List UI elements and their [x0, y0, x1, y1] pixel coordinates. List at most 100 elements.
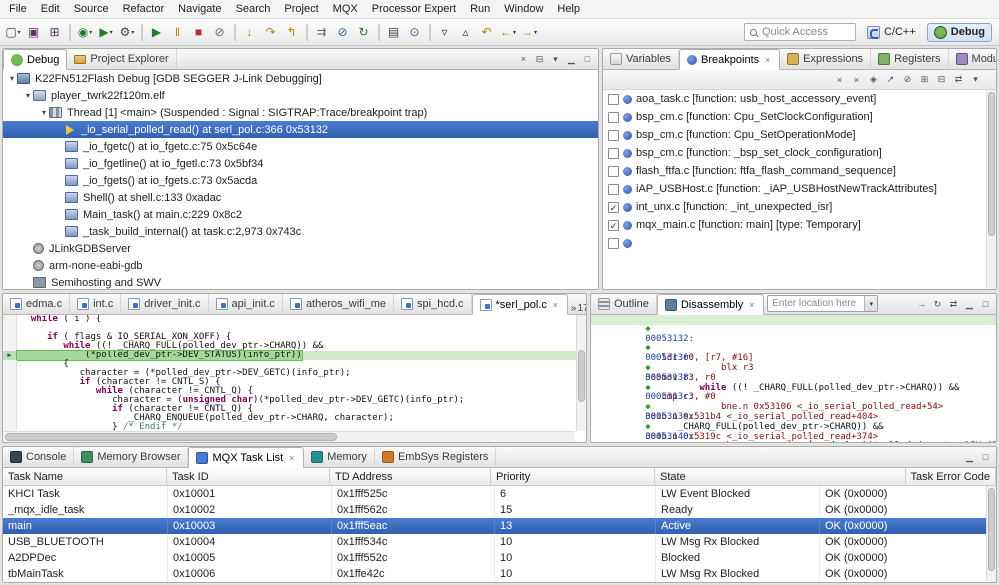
- minimize-icon[interactable]: ▁: [963, 297, 976, 312]
- gutter-marker[interactable]: [3, 387, 17, 396]
- breakpoint-checkbox[interactable]: [608, 184, 619, 195]
- source-editor[interactable]: while ( i ) { if ( flags & IO_SERIAL_XON…: [3, 315, 586, 432]
- debug-tree-item[interactable]: _io_fgetc() at io_fgetc.c:75 0x5c64e: [3, 138, 598, 155]
- debug-tree-item[interactable]: Semihosting and SWV: [3, 274, 598, 290]
- horizontal-scrollbar[interactable]: [3, 431, 575, 442]
- tab-spi-hcd-c[interactable]: spi_hcd.c: [394, 293, 471, 314]
- expander-icon[interactable]: ▾: [23, 91, 33, 100]
- resume-icon[interactable]: ▶: [147, 21, 167, 43]
- tab-debug[interactable]: Debug: [3, 49, 67, 70]
- tab-int-c[interactable]: int.c: [70, 293, 121, 314]
- maximize-icon[interactable]: □: [581, 52, 594, 67]
- menu-item[interactable]: Project: [277, 1, 325, 17]
- breakpoint-checkbox[interactable]: [608, 130, 619, 141]
- breakpoint-checkbox[interactable]: [608, 238, 619, 249]
- close-tab-icon[interactable]: ×: [763, 55, 772, 65]
- forward-icon[interactable]: → ▾: [519, 21, 539, 43]
- tab-mqx-task-list[interactable]: MQX Task List ×: [188, 447, 304, 468]
- tab-console[interactable]: Console: [3, 446, 74, 467]
- breakpoint-item[interactable]: flash_ftfa.c [function: ftfa_flash_comma…: [603, 162, 996, 180]
- tab-memory[interactable]: Memory: [304, 446, 375, 467]
- jump-to-pc-icon[interactable]: →: [915, 297, 928, 312]
- new-icon[interactable]: ▢ ▾: [3, 21, 23, 43]
- menu-item[interactable]: Edit: [34, 1, 67, 17]
- debug-tree-item[interactable]: _io_fgets() at io_fgets.c:73 0x5acda: [3, 172, 598, 189]
- breakpoint-checkbox[interactable]: [608, 148, 619, 159]
- tab-serl-pol-c[interactable]: *serl_pol.c ×: [472, 294, 568, 315]
- breakpoint-item[interactable]: [603, 234, 996, 252]
- previous-annotation-icon[interactable]: ▵: [456, 21, 476, 43]
- hidden-tabs-chevron[interactable]: » 17: [568, 303, 587, 314]
- next-annotation-icon[interactable]: ▿: [435, 21, 455, 43]
- breakpoint-item[interactable]: iAP_USBHost.c [function: _iAP_USBHostNew…: [603, 180, 996, 198]
- expand-all-icon[interactable]: ⊞: [918, 72, 931, 87]
- location-input[interactable]: Enter location here: [768, 298, 864, 309]
- step-over-icon[interactable]: ↷: [261, 21, 281, 43]
- tab-outline[interactable]: Outline: [591, 293, 657, 314]
- task-row[interactable]: _mqx_idle_task 0x10002 0x1fff562c 15 Rea…: [3, 502, 996, 518]
- gutter-marker[interactable]: [3, 315, 17, 324]
- tab-registers[interactable]: Registers: [871, 48, 948, 69]
- expander-icon[interactable]: ▾: [39, 108, 49, 117]
- restart-icon[interactable]: ↻: [354, 21, 374, 43]
- debug-perspective-button[interactable]: Debug: [927, 23, 992, 42]
- disconnect-icon[interactable]: ⊘: [210, 21, 230, 43]
- remove-all-terminated-icon[interactable]: ×: [517, 52, 530, 67]
- menu-item[interactable]: Search: [229, 1, 278, 17]
- breakpoint-checkbox[interactable]: [608, 94, 619, 105]
- close-tab-icon[interactable]: ×: [551, 300, 560, 310]
- column-header[interactable]: Task ID: [167, 468, 330, 485]
- cpp-perspective-button[interactable]: C/C++: [860, 23, 923, 42]
- scrollbar-thumb[interactable]: [988, 488, 995, 571]
- task-row[interactable]: A2DPDec 0x10005 0x1fff552c 10 Blocked OK…: [3, 550, 996, 566]
- gutter-marker[interactable]: [3, 360, 17, 369]
- suspend-icon[interactable]: ‖: [168, 21, 188, 43]
- tab-modules[interactable]: Modules: [949, 48, 997, 69]
- debug-tree-item[interactable]: _io_fgetline() at io_fgetl.c:73 0x5bf34: [3, 155, 598, 172]
- debug-tree-item[interactable]: arm-none-eabi-gdb: [3, 257, 598, 274]
- disassembly-line[interactable]: ◆ 00053132: ldr r0, [r7, #16]: [591, 315, 996, 325]
- skip-all-breakpoints-icon[interactable]: ⊘: [333, 21, 353, 43]
- menu-item[interactable]: File: [2, 1, 34, 17]
- expander-icon[interactable]: ▾: [7, 74, 17, 83]
- tab-disassembly[interactable]: Disassembly ×: [657, 294, 764, 315]
- go-to-file-icon[interactable]: ↗: [884, 72, 897, 87]
- collapse-all-icon[interactable]: ⊟: [935, 72, 948, 87]
- maximize-icon[interactable]: □: [979, 297, 992, 312]
- tab-project-explorer[interactable]: Project Explorer: [67, 48, 176, 69]
- menu-item[interactable]: Refactor: [116, 1, 172, 17]
- breakpoint-checkbox[interactable]: ✓: [608, 220, 619, 231]
- link-with-debug-icon[interactable]: ⇄: [952, 72, 965, 87]
- gutter-marker[interactable]: [3, 333, 17, 342]
- breakpoint-item[interactable]: bsp_cm.c [function: Cpu_SetOperationMode…: [603, 126, 996, 144]
- menu-item[interactable]: Processor Expert: [365, 1, 463, 17]
- debug-tree-item[interactable]: _task_build_internal() at task.c:2,973 0…: [3, 223, 598, 240]
- tab-atheros-wifi-me[interactable]: atheros_wifi_me: [283, 293, 394, 314]
- tab-breakpoints[interactable]: Breakpoints ×: [679, 49, 780, 70]
- close-tab-icon[interactable]: ×: [747, 300, 756, 310]
- search-icon[interactable]: ⊙: [405, 21, 425, 43]
- gutter-marker[interactable]: [3, 378, 17, 387]
- vertical-scrollbar[interactable]: [986, 90, 996, 290]
- column-header[interactable]: Priority: [491, 468, 655, 485]
- external-tools-icon[interactable]: ⚙ ▾: [117, 21, 137, 43]
- column-header[interactable]: Task Name: [3, 468, 167, 485]
- collapse-all-icon[interactable]: ⊟: [533, 52, 546, 67]
- column-header[interactable]: Task Error Code: [906, 468, 996, 485]
- menu-item[interactable]: MQX: [326, 1, 365, 17]
- tab-embsys-registers[interactable]: EmbSys Registers: [375, 446, 496, 467]
- task-row[interactable]: KHCI Task 0x10001 0x1fff525c 6 LW Event …: [3, 486, 996, 502]
- tab-memory-browser[interactable]: Memory Browser: [74, 446, 188, 467]
- breakpoint-checkbox[interactable]: [608, 166, 619, 177]
- breakpoint-item[interactable]: bsp_cm.c [function: Cpu_SetClockConfigur…: [603, 108, 996, 126]
- debug-tree-item[interactable]: _io_serial_polled_read() at serl_pol.c:3…: [3, 121, 598, 138]
- debug-tree-item[interactable]: Main_task() at main.c:229 0x8c2: [3, 206, 598, 223]
- debug-icon[interactable]: ◉ ▾: [75, 21, 95, 43]
- link-with-active-debug-context-icon[interactable]: ⇄: [947, 297, 960, 312]
- step-return-icon[interactable]: ↰: [282, 21, 302, 43]
- tab-expressions[interactable]: Expressions: [780, 48, 871, 69]
- menu-item[interactable]: Navigate: [171, 1, 228, 17]
- gutter-marker[interactable]: [3, 396, 17, 405]
- task-row[interactable]: USB_BLUETOOTH 0x10004 0x1fff534c 10 LW M…: [3, 534, 996, 550]
- scrollbar-thumb[interactable]: [5, 433, 337, 441]
